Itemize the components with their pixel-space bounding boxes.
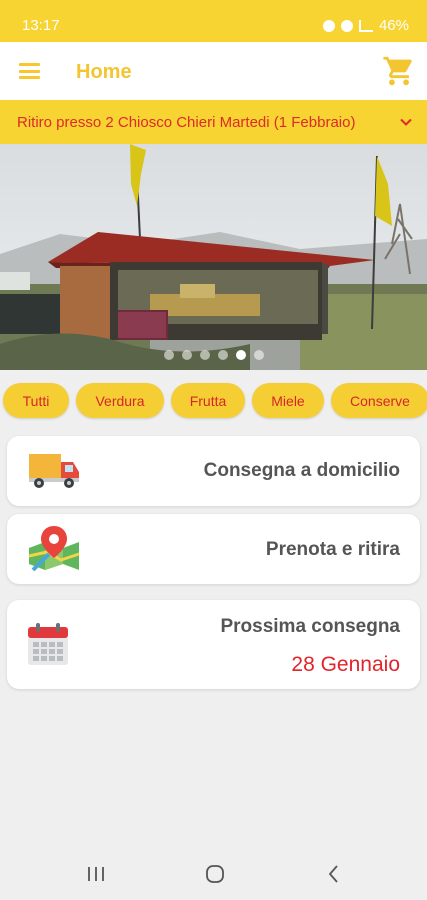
carousel-dot[interactable] xyxy=(253,350,264,360)
battery-level: 46% xyxy=(378,17,409,34)
wifi-icon xyxy=(340,19,353,32)
banner-image xyxy=(0,144,427,370)
carousel-dot[interactable] xyxy=(217,350,228,360)
cart-icon[interactable] xyxy=(382,54,416,88)
status-bar: 13:17 46% xyxy=(0,0,427,42)
chip-conserve[interactable]: Conserve xyxy=(331,383,427,418)
back-icon[interactable] xyxy=(322,862,346,886)
category-chips: Tutti Verdura Frutta Miele Conserve xyxy=(3,383,427,418)
page-title: Home xyxy=(76,61,132,83)
signal-icon xyxy=(358,19,373,32)
delivery-label: Consegna a domicilio xyxy=(203,460,400,481)
next-delivery-date: 28 Gennaio xyxy=(291,653,400,676)
carousel-dot[interactable] xyxy=(199,350,210,360)
chip-frutta[interactable]: Frutta xyxy=(171,383,245,418)
carousel-dot-active[interactable] xyxy=(235,350,246,360)
reserve-label: Prenota e ritira xyxy=(265,539,400,560)
delivery-card[interactable]: Consegna a domicilio xyxy=(7,436,420,506)
next-delivery-card[interactable]: Prossima consegna 28 Gennaio xyxy=(7,600,420,689)
chip-miele[interactable]: Miele xyxy=(252,383,324,418)
next-delivery-label: Prossima consegna xyxy=(220,616,400,637)
hamburger-icon[interactable] xyxy=(19,63,40,79)
chevron-down-icon xyxy=(400,118,412,126)
carousel-dot[interactable] xyxy=(163,350,174,360)
calendar-icon xyxy=(28,623,68,665)
banner-carousel[interactable] xyxy=(0,144,427,370)
chip-tutti[interactable]: Tutti xyxy=(3,383,69,418)
carousel-dots xyxy=(0,350,427,360)
chip-verdura[interactable]: Verdura xyxy=(76,383,164,418)
app-bar: Home xyxy=(0,42,427,100)
carousel-dot[interactable] xyxy=(181,350,192,360)
system-nav-bar xyxy=(0,848,427,900)
recent-apps-icon[interactable] xyxy=(84,862,108,886)
pickup-selector[interactable]: Ritiro presso 2 Chiosco Chieri Martedi (… xyxy=(0,100,427,144)
status-time: 13:17 xyxy=(22,17,60,34)
delivery-truck-icon xyxy=(29,454,79,488)
reserve-card[interactable]: Prenota e ritira xyxy=(7,514,420,584)
alarm-icon xyxy=(322,19,335,32)
status-icons: 46% xyxy=(322,17,409,34)
map-pin-icon xyxy=(28,526,80,572)
pickup-text: Ritiro presso 2 Chiosco Chieri Martedi (… xyxy=(17,114,356,131)
home-button-icon[interactable] xyxy=(203,862,227,886)
